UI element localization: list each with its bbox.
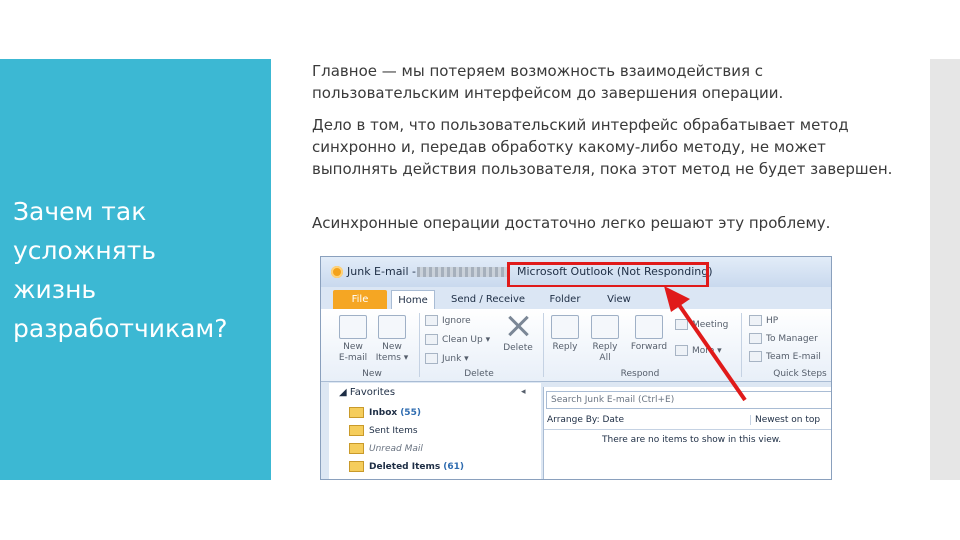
unread-label: Unread Mail bbox=[369, 444, 423, 454]
quick-step-team-email[interactable]: Team E-mail bbox=[749, 351, 821, 362]
folder-icon bbox=[349, 425, 364, 436]
inbox-label: Inbox bbox=[369, 408, 398, 418]
quick-step-icon bbox=[749, 315, 762, 326]
right-edge-strip bbox=[930, 59, 960, 480]
arrange-bar: Arrange By: Date Newest on top bbox=[544, 413, 831, 430]
more-icon bbox=[675, 345, 688, 356]
arrange-by-date[interactable]: Arrange By: Date bbox=[547, 415, 624, 425]
inbox-count: (55) bbox=[400, 408, 421, 418]
group-label-delete: Delete bbox=[464, 369, 494, 379]
paragraph-main-point: Главное — мы потеряем возможность взаимо… bbox=[312, 62, 784, 102]
delete-x-icon bbox=[505, 313, 531, 339]
group-separator bbox=[741, 313, 742, 377]
reply-all-button[interactable]: Reply All bbox=[587, 315, 623, 364]
deleted-count: (61) bbox=[443, 462, 465, 472]
group-separator bbox=[543, 313, 544, 377]
ignore-icon bbox=[425, 315, 438, 326]
folder-inbox[interactable]: Inbox (55) bbox=[349, 407, 421, 418]
delete-button[interactable]: Delete bbox=[499, 343, 537, 354]
quick-step-to-manager[interactable]: To Manager bbox=[749, 333, 818, 344]
folder-icon bbox=[349, 407, 364, 418]
blurred-account-name bbox=[417, 267, 507, 277]
hp-label: HP bbox=[766, 316, 779, 326]
reply-label: Reply bbox=[552, 342, 578, 352]
more-button[interactable]: More ▾ bbox=[675, 345, 722, 356]
tab-view[interactable]: View bbox=[601, 290, 637, 309]
ignore-button[interactable]: Ignore bbox=[425, 315, 471, 326]
meeting-label: Meeting bbox=[692, 320, 729, 330]
not-responding-highlight bbox=[507, 262, 709, 288]
junk-icon bbox=[425, 353, 438, 364]
collapse-pane-button[interactable]: ◂ bbox=[521, 387, 526, 397]
to-manager-label: To Manager bbox=[766, 334, 818, 344]
folder-deleted-items[interactable]: Deleted Items (61) bbox=[349, 461, 464, 472]
tab-send-receive[interactable]: Send / Receive bbox=[447, 290, 529, 309]
sort-order[interactable]: Newest on top bbox=[750, 415, 820, 425]
group-label-new: New bbox=[362, 369, 382, 379]
team-email-label: Team E-mail bbox=[766, 352, 821, 362]
slide-title: Зачем так усложнять жизнь разработчикам? bbox=[13, 197, 228, 343]
folder-unread-mail[interactable]: Unread Mail bbox=[349, 443, 423, 454]
calendar-icon bbox=[378, 315, 406, 339]
new-items-button[interactable]: New Items ▾ bbox=[373, 315, 411, 364]
ignore-label: Ignore bbox=[442, 316, 471, 326]
group-separator bbox=[419, 313, 420, 377]
meeting-icon bbox=[675, 319, 688, 330]
ribbon: New E-mail New Items ▾ New Ignore Clean … bbox=[321, 309, 831, 382]
clean-up-button[interactable]: Clean Up ▾ bbox=[425, 334, 490, 345]
deleted-label: Deleted Items bbox=[369, 462, 441, 472]
tab-folder[interactable]: Folder bbox=[543, 290, 587, 309]
reply-icon bbox=[551, 315, 579, 339]
navigation-pane: ◢ Favorites ◂ Inbox (55) Sent Items Unrea… bbox=[329, 383, 541, 479]
outlook-titlebar: Junk E-mail - Microsoft Outlook (Not Res… bbox=[321, 257, 831, 288]
forward-icon bbox=[635, 315, 663, 339]
folder-sent-items[interactable]: Sent Items bbox=[349, 425, 418, 436]
junk-button[interactable]: Junk ▾ bbox=[425, 353, 469, 364]
reply-button[interactable]: Reply bbox=[547, 315, 583, 353]
quick-step-hp[interactable]: HP bbox=[749, 315, 778, 326]
forward-arrow-icon bbox=[749, 333, 762, 344]
reply-all-icon bbox=[591, 315, 619, 339]
recycle-icon bbox=[349, 461, 364, 472]
sent-label: Sent Items bbox=[369, 426, 418, 436]
empty-list-message: There are no items to show in this view. bbox=[602, 435, 782, 445]
search-folder-icon bbox=[349, 443, 364, 454]
new-email-label: New E-mail bbox=[338, 342, 368, 363]
paragraph-explanation: Дело в том, что пользовательский интерфе… bbox=[312, 116, 893, 178]
junk-label: Junk ▾ bbox=[442, 354, 469, 364]
clean-up-icon bbox=[425, 334, 438, 345]
team-icon bbox=[749, 351, 762, 362]
message-list: Search Junk E-mail (Ctrl+E) Arrange By: … bbox=[543, 387, 831, 479]
new-items-label: New Items ▾ bbox=[375, 342, 409, 363]
forward-button[interactable]: Forward bbox=[627, 315, 671, 353]
tab-file[interactable]: File bbox=[333, 290, 387, 309]
tab-home[interactable]: Home bbox=[391, 290, 435, 309]
window-title-folder: Junk E-mail - bbox=[347, 265, 417, 278]
outlook-app-icon bbox=[331, 266, 343, 278]
group-label-quick-steps: Quick Steps bbox=[773, 369, 827, 379]
reply-all-label: Reply All bbox=[592, 342, 618, 363]
more-label: More ▾ bbox=[692, 346, 722, 356]
paragraph-solution: Асинхронные операции достаточно легко ре… bbox=[312, 214, 831, 232]
search-input[interactable]: Search Junk E-mail (Ctrl+E) bbox=[546, 391, 831, 409]
forward-label: Forward bbox=[630, 342, 668, 352]
group-label-respond: Respond bbox=[620, 369, 660, 379]
new-email-button[interactable]: New E-mail bbox=[335, 315, 371, 364]
favorites-header[interactable]: ◢ Favorites bbox=[339, 387, 395, 398]
ribbon-tabs: File Home Send / Receive Folder View bbox=[321, 287, 831, 309]
outlook-screenshot: Junk E-mail - Microsoft Outlook (Not Res… bbox=[320, 256, 832, 480]
clean-up-label: Clean Up ▾ bbox=[442, 335, 491, 345]
meeting-button[interactable]: Meeting bbox=[675, 319, 728, 330]
envelope-icon bbox=[339, 315, 367, 339]
